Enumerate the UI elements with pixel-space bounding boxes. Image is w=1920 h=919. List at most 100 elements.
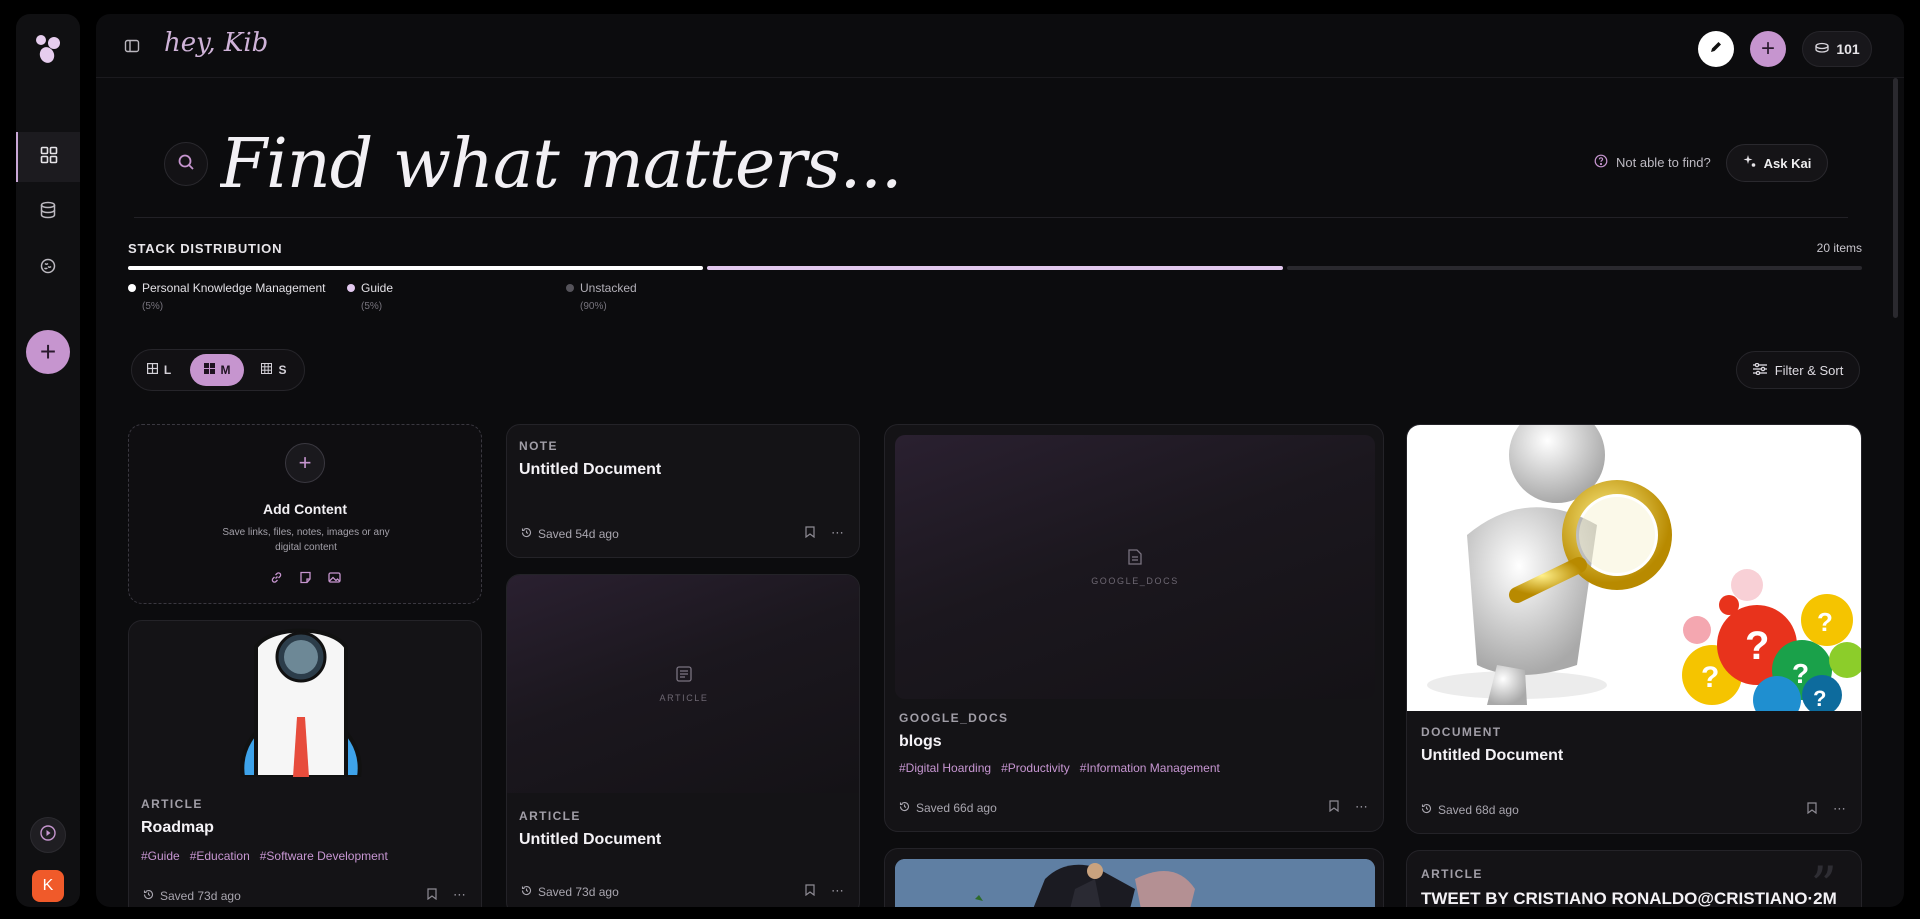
legend-label: Unstacked — [580, 281, 637, 295]
size-option-s[interactable]: S — [250, 354, 298, 386]
more-icon[interactable]: ⋯ — [831, 525, 844, 541]
tag[interactable]: #Education — [190, 849, 250, 863]
card-saved: Saved 73d ago — [521, 885, 619, 899]
card-actions: ⋯ — [1807, 801, 1846, 817]
player-photo — [895, 859, 1375, 907]
legend-item-pkm[interactable]: Personal Knowledge Management (5%) — [128, 281, 325, 312]
bookmark-icon[interactable] — [1329, 799, 1339, 815]
legend-item-unstacked[interactable]: Unstacked (90%) — [566, 281, 637, 312]
content-card-article-untitled[interactable]: ARTICLE ARTICLE Untitled Document Saved … — [506, 574, 860, 907]
svg-text:?: ? — [1745, 624, 1769, 668]
size-option-l[interactable]: L — [138, 354, 180, 386]
content-card-photo[interactable] — [884, 848, 1384, 907]
article-placeholder: ARTICLE — [507, 575, 859, 793]
card-title: Untitled Document — [519, 831, 662, 848]
avatar[interactable]: K — [32, 870, 64, 902]
card-title: Untitled Document — [1421, 747, 1564, 764]
more-icon[interactable]: ⋯ — [831, 883, 844, 899]
history-icon — [521, 527, 532, 541]
size-label: M — [220, 363, 231, 377]
link-icon[interactable] — [270, 571, 283, 589]
sliders-icon — [1752, 362, 1767, 378]
sidebar-toggle-icon[interactable] — [124, 38, 140, 54]
stack-bar-segment[interactable] — [1286, 266, 1862, 270]
size-option-m[interactable]: M — [190, 354, 244, 386]
card-actions: ⋯ — [805, 883, 844, 899]
history-icon — [1421, 803, 1432, 817]
history-icon — [899, 801, 910, 815]
ask-kai-button[interactable]: Ask Kai — [1726, 144, 1828, 182]
legend-dot — [566, 284, 574, 292]
search-button[interactable] — [164, 142, 208, 186]
edit-button[interactable] — [1698, 31, 1734, 67]
article-icon — [675, 665, 693, 685]
card-saved: Saved 68d ago — [1421, 803, 1519, 817]
rocket-image — [201, 627, 401, 779]
create-button[interactable]: + — [1750, 31, 1786, 67]
play-icon — [40, 824, 56, 846]
tag[interactable]: #Software Development — [260, 849, 388, 863]
more-icon[interactable]: ⋯ — [453, 887, 466, 903]
document-icon — [1126, 548, 1144, 568]
card-saved: Saved 54d ago — [521, 527, 619, 541]
stack-bar-segment[interactable] — [128, 266, 704, 270]
main-panel: hey, Kib + 101 Not able to find? — [96, 14, 1904, 907]
legend-pct: (5%) — [142, 301, 164, 312]
search-section: Not able to find? Ask Kai — [134, 114, 1848, 218]
add-button[interactable]: + — [26, 330, 70, 374]
filter-sort-button[interactable]: Filter & Sort — [1736, 351, 1860, 389]
card-actions: ⋯ — [1329, 799, 1368, 815]
card-title: Untitled Document — [519, 461, 662, 478]
card-title: TWEET BY CRISTIANO RONALDO@CRISTIANO·2M — [1421, 889, 1837, 907]
legend-dot — [347, 284, 355, 292]
saved-label: Saved 66d ago — [916, 801, 997, 815]
top-bar: hey, Kib + 101 — [96, 14, 1904, 78]
saved-label: Saved 68d ago — [1438, 803, 1519, 817]
search-illustration-image: ? ? ? ? ? — [1407, 425, 1861, 711]
not-able-to-find-label: Not able to find? — [1616, 155, 1711, 170]
grid-large-icon — [146, 363, 158, 377]
more-icon[interactable]: ⋯ — [1833, 801, 1846, 817]
add-content-plus-icon[interactable]: + — [285, 443, 325, 483]
tag[interactable]: #Productivity — [1001, 761, 1070, 775]
card-tags: #Digital Hoarding #Productivity #Informa… — [899, 761, 1220, 775]
bookmark-icon[interactable] — [1807, 801, 1817, 817]
content-card-blogs[interactable]: GOOGLE_DOCS GOOGLE_DOCS blogs #Digital H… — [884, 424, 1384, 832]
content-card-note[interactable]: NOTE Untitled Document Saved 54d ago ⋯ — [506, 424, 860, 558]
app-logo[interactable] — [30, 30, 66, 66]
bookmark-icon[interactable] — [427, 887, 437, 903]
dashboard-icon — [40, 146, 58, 169]
card-type: NOTE — [519, 439, 558, 453]
credits-badge[interactable]: 101 — [1802, 31, 1872, 67]
tag[interactable]: #Information Management — [1080, 761, 1220, 775]
bookmark-icon[interactable] — [805, 525, 815, 541]
tag[interactable]: #Guide — [141, 849, 180, 863]
content-card-document[interactable]: ? ? ? ? ? DOCUMENT Untitled Document Sav… — [1406, 424, 1862, 834]
placeholder-label: ARTICLE — [659, 693, 709, 703]
svg-text:?: ? — [1817, 607, 1833, 637]
content-card-tweet[interactable]: ” ARTICLE TWEET BY CRISTIANO RONALDO@CRI… — [1406, 850, 1862, 907]
card-type: GOOGLE_DOCS — [899, 711, 1009, 725]
card-type: DOCUMENT — [1421, 725, 1502, 739]
scrollbar[interactable] — [1893, 78, 1898, 318]
content-card-roadmap[interactable]: ARTICLE Roadmap #Guide #Education #Softw… — [128, 620, 482, 907]
play-button[interactable] — [30, 817, 66, 853]
dashboard-nav-button[interactable] — [16, 132, 80, 182]
card-actions: ⋯ — [427, 887, 466, 903]
search-icon — [177, 153, 195, 176]
svg-text:?: ? — [1701, 661, 1719, 694]
sparkle-icon — [1743, 155, 1756, 171]
legend-item-guide[interactable]: Guide (5%) — [347, 281, 393, 312]
add-content-card[interactable]: + Add Content Save links, files, notes, … — [128, 424, 482, 604]
search-input[interactable] — [220, 120, 1220, 208]
database-nav-button[interactable] — [16, 187, 80, 237]
more-icon[interactable]: ⋯ — [1355, 799, 1368, 815]
bookmark-icon[interactable] — [805, 883, 815, 899]
note-icon[interactable] — [299, 571, 312, 589]
stack-bar-segment[interactable] — [707, 266, 1283, 270]
not-able-to-find[interactable]: Not able to find? — [1594, 154, 1711, 171]
ask-kai-label: Ask Kai — [1763, 155, 1812, 171]
tag[interactable]: #Digital Hoarding — [899, 761, 991, 775]
image-icon[interactable] — [327, 571, 341, 589]
brain-nav-button[interactable] — [16, 243, 80, 293]
